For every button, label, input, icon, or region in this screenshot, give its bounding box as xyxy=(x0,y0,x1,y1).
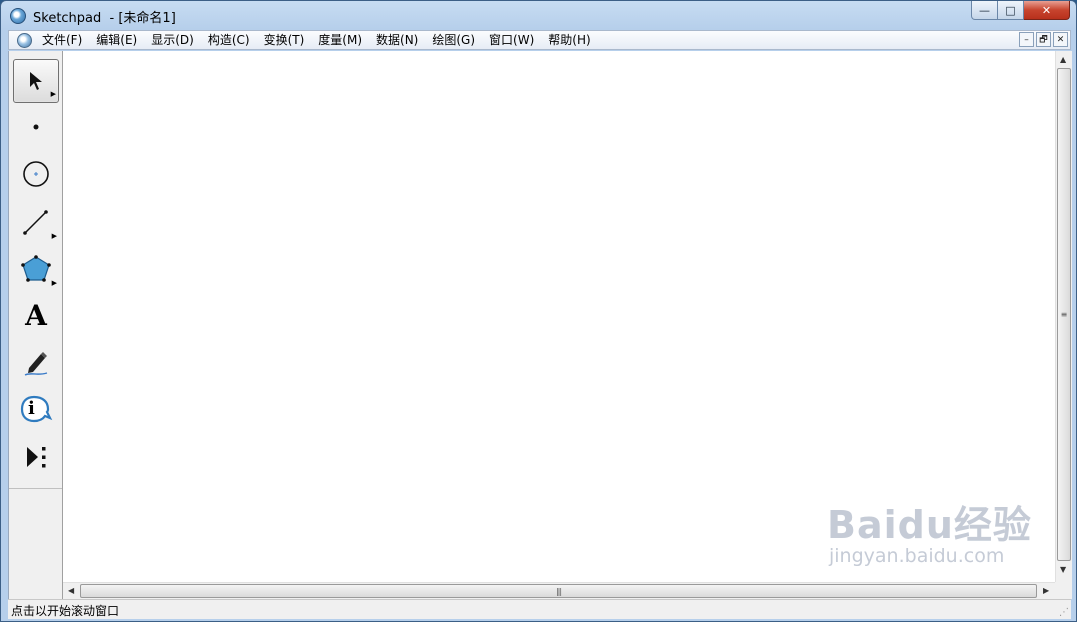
window-title: Sketchpad - [未命名1] xyxy=(33,11,176,26)
segment-icon xyxy=(23,210,48,235)
horizontal-scrollbar[interactable]: ◀ ||| ▶ xyxy=(63,582,1055,599)
status-text: 点击以开始滚动窗口 xyxy=(11,604,120,618)
toolbox: ▶ ▶ ▶ A i xyxy=(9,51,63,599)
marker-pen-icon xyxy=(24,352,48,376)
baidu-watermark: Baidu经验 jingyan.baidu.com xyxy=(827,505,1032,567)
arrow-cursor-icon xyxy=(30,72,42,90)
menu-construct[interactable]: 构造(C) xyxy=(208,31,250,49)
info-icon xyxy=(20,395,53,423)
toolbox-divider xyxy=(9,488,62,489)
menu-help[interactable]: 帮助(H) xyxy=(548,31,590,49)
document-window-controls: – 🗗 ✕ xyxy=(1017,32,1068,47)
menu-window[interactable]: 窗口(W) xyxy=(489,31,534,49)
scrollbar-corner xyxy=(1055,582,1072,599)
text-A-icon: A xyxy=(25,299,47,332)
menu-edit[interactable]: 编辑(E) xyxy=(96,31,137,49)
custom-tool[interactable] xyxy=(13,435,59,479)
circle-icon xyxy=(23,161,49,187)
vertical-scroll-thumb[interactable]: ≡ xyxy=(1057,68,1071,561)
doc-restore-button[interactable]: 🗗 xyxy=(1036,32,1051,47)
watermark-logo: Baidu经验 xyxy=(827,503,1032,547)
info-glyph: i xyxy=(28,398,35,419)
point-tool[interactable] xyxy=(13,105,59,149)
menu-graph[interactable]: 绘图(G) xyxy=(432,31,475,49)
information-tool[interactable]: i xyxy=(13,388,59,432)
menu-display[interactable]: 显示(D) xyxy=(151,31,194,49)
scroll-right-arrow-icon[interactable]: ▶ xyxy=(1043,587,1049,595)
marker-tool[interactable] xyxy=(13,341,59,385)
menu-measure[interactable]: 度量(M) xyxy=(318,31,362,49)
tool-menu-indicator: ▶ xyxy=(51,232,57,240)
doc-minimize-button[interactable]: – xyxy=(1019,32,1034,47)
scroll-down-arrow-icon[interactable]: ▼ xyxy=(1060,566,1066,574)
title-bar[interactable]: Sketchpad - [未命名1] — □ ✕ xyxy=(1,1,1076,29)
close-button[interactable]: ✕ xyxy=(1024,1,1070,20)
sketchpad-app-icon[interactable] xyxy=(10,8,26,24)
vertical-scrollbar[interactable]: ▲ ≡ ▼ xyxy=(1055,51,1072,599)
doc-close-button[interactable]: ✕ xyxy=(1053,32,1068,47)
text-tool[interactable]: A xyxy=(13,294,59,338)
minimize-button[interactable]: — xyxy=(971,1,998,20)
resize-grip-icon[interactable]: ⋰ xyxy=(1059,608,1069,618)
app-window: Sketchpad - [未命名1] — □ ✕ 文件(F) 编辑(E) 显示(… xyxy=(0,0,1077,622)
straightedge-tool[interactable]: ▶ xyxy=(13,200,59,244)
compass-tool[interactable] xyxy=(13,152,59,196)
menu-transform[interactable]: 变换(T) xyxy=(264,31,305,49)
scroll-left-arrow-icon[interactable]: ◀ xyxy=(68,587,74,595)
maximize-button[interactable]: □ xyxy=(998,1,1024,20)
select-arrow-tool[interactable]: ▶ xyxy=(13,59,59,103)
window-controls: — □ ✕ xyxy=(971,1,1070,21)
point-icon xyxy=(33,124,39,130)
menu-bar: 文件(F) 编辑(E) 显示(D) 构造(C) 变换(T) 度量(M) 数据(N… xyxy=(8,30,1071,50)
polygon-tool[interactable]: ▶ xyxy=(13,247,59,291)
scroll-up-arrow-icon[interactable]: ▲ xyxy=(1060,56,1066,64)
document-icon[interactable] xyxy=(17,32,32,48)
horizontal-scroll-thumb[interactable]: ||| xyxy=(80,584,1037,598)
polygon-icon xyxy=(21,255,51,282)
vertical-thumb-grip: ≡ xyxy=(1060,310,1068,319)
menu-number[interactable]: 数据(N) xyxy=(376,31,418,49)
watermark-url: jingyan.baidu.com xyxy=(829,545,1005,567)
menu-file[interactable]: 文件(F) xyxy=(42,31,82,49)
status-bar: 点击以开始滚动窗口 ⋰ xyxy=(8,599,1071,619)
tool-menu-indicator: ▶ xyxy=(50,90,56,98)
play-menu-icon xyxy=(27,447,46,468)
horizontal-thumb-grip: ||| xyxy=(555,586,562,596)
tool-menu-indicator: ▶ xyxy=(51,279,57,287)
